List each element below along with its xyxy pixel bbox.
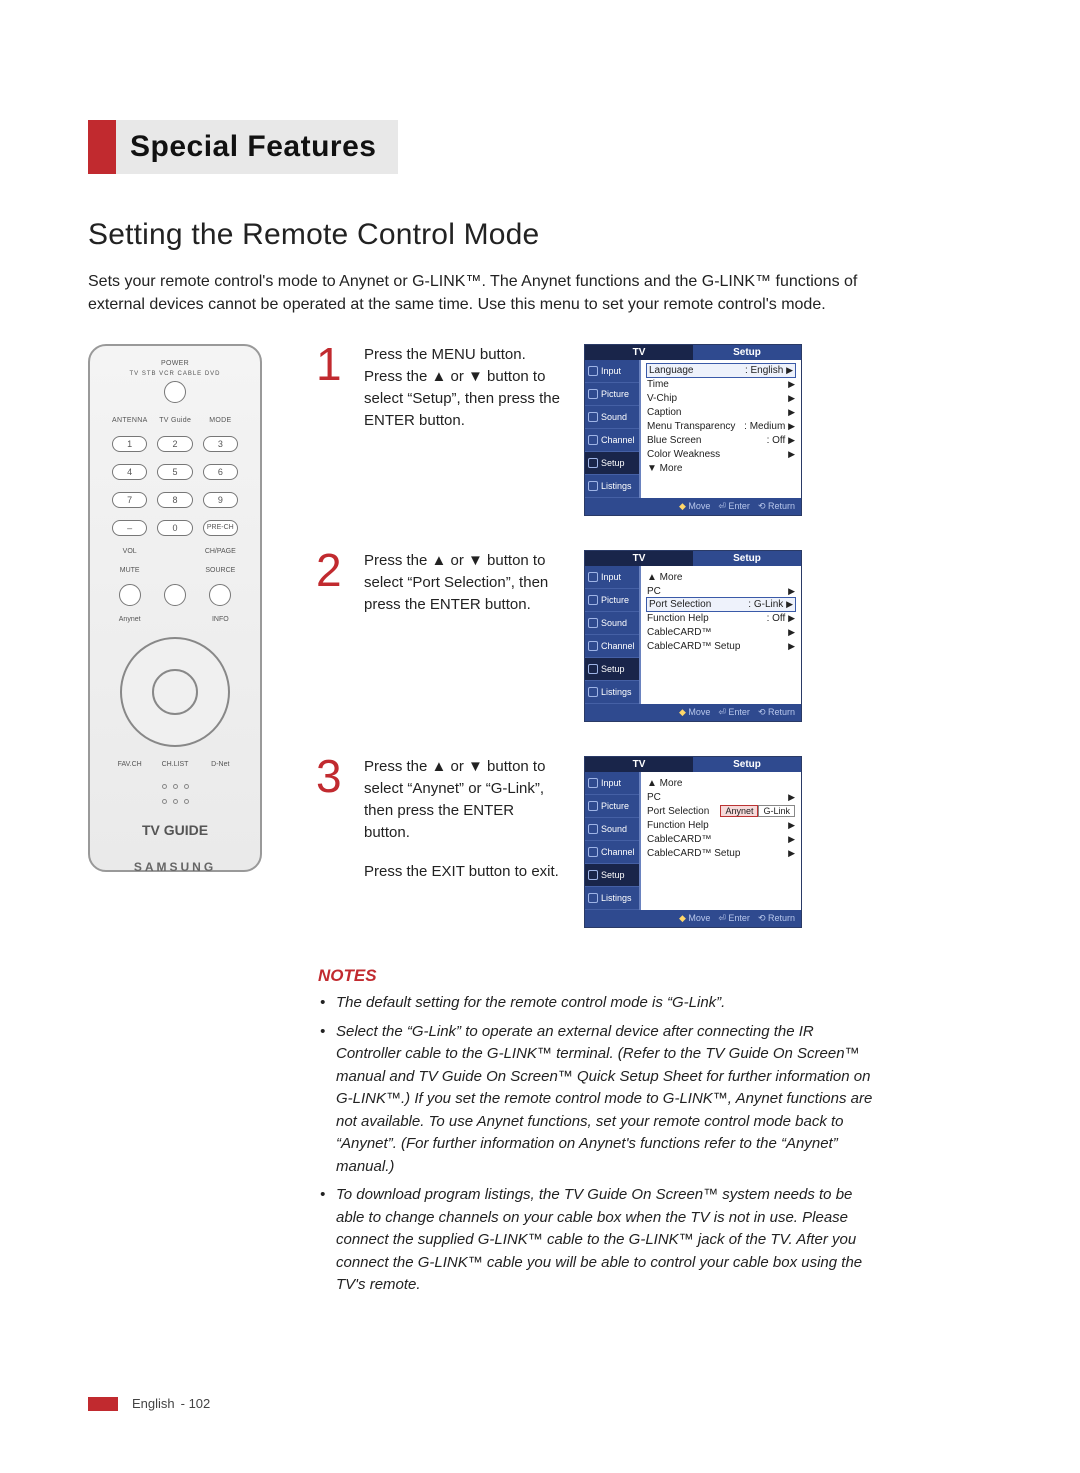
remote-power-label: POWER xyxy=(90,360,260,367)
header-title: Special Features xyxy=(130,130,376,164)
step-number: 2 xyxy=(316,550,350,591)
intro-text: Sets your remote control's mode to Anyne… xyxy=(88,270,868,316)
osd-screenshot: TVSetup InputPictureSoundChannelSetupLis… xyxy=(584,550,802,722)
step-number: 1 xyxy=(316,344,350,385)
section-header: Special Features xyxy=(88,120,994,174)
remote-mode-row: TV STB VCR CABLE DVD xyxy=(90,371,260,377)
page-footer: English - 102 xyxy=(88,1396,210,1411)
step-2: 2 Press the ▲ or ▼ button to select “Por… xyxy=(316,550,994,722)
header-accent xyxy=(88,120,116,174)
step-number: 3 xyxy=(316,756,350,797)
page-title: Setting the Remote Control Mode xyxy=(88,218,994,252)
osd-screenshot: TVSetup InputPictureSoundChannelSetupLis… xyxy=(584,344,802,516)
remote-illustration: POWER TV STB VCR CABLE DVD ANTENNA TV Gu… xyxy=(88,344,262,872)
osd-screenshot: TVSetup InputPictureSoundChannelSetupLis… xyxy=(584,756,802,928)
notes: NOTES The default setting for the remote… xyxy=(318,966,878,1297)
step-text: Press the ▲ or ▼ button to select “Anyne… xyxy=(364,756,570,928)
notes-heading: NOTES xyxy=(318,966,878,986)
remote-brand: SAMSUNG xyxy=(90,860,260,874)
step-3: 3 Press the ▲ or ▼ button to select “Any… xyxy=(316,756,994,928)
remote-power-button xyxy=(164,381,186,403)
footer-swatch xyxy=(88,1397,118,1411)
note-item: Select the “G-Link” to operate an extern… xyxy=(318,1021,878,1179)
footer-page: - 102 xyxy=(181,1396,211,1411)
note-item: The default setting for the remote contr… xyxy=(318,992,878,1015)
remote-dpad xyxy=(120,637,230,747)
tv-guide-logo: TV GUIDE xyxy=(90,822,260,838)
footer-lang: English xyxy=(132,1396,175,1411)
step-text: Press the MENU button.Press the ▲ or ▼ b… xyxy=(364,344,570,516)
step-1: 1 Press the MENU button.Press the ▲ or ▼… xyxy=(316,344,994,516)
step-text: Press the ▲ or ▼ button to select “Port … xyxy=(364,550,570,722)
note-item: To download program listings, the TV Gui… xyxy=(318,1184,878,1297)
